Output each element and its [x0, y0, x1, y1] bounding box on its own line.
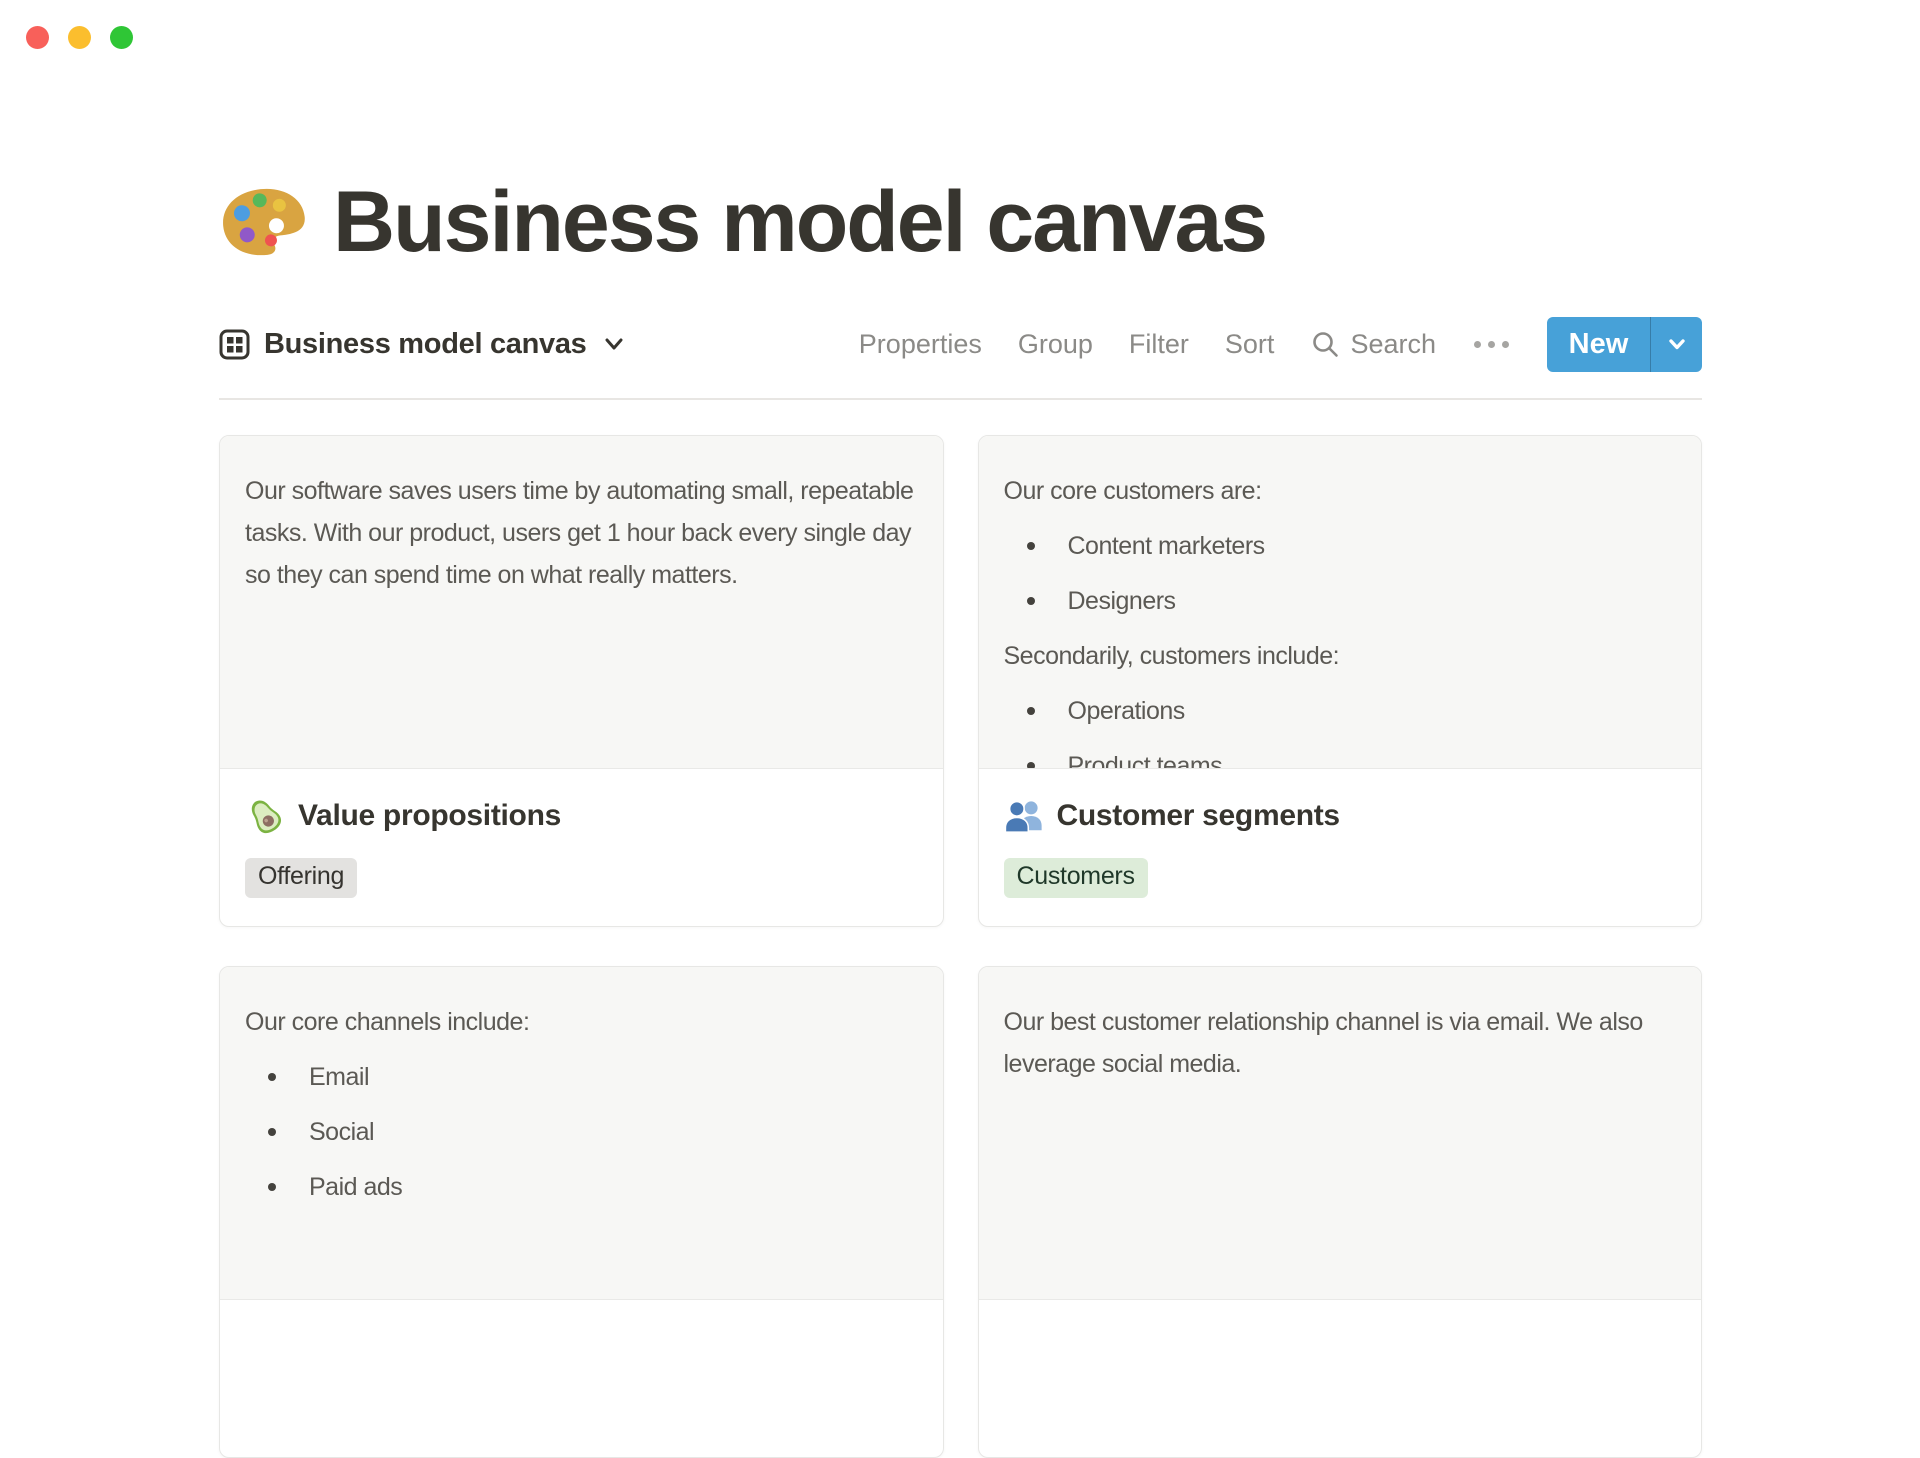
preview-bullet-item: Operations [1004, 690, 1688, 732]
search-label: Search [1350, 328, 1436, 359]
ellipsis-icon [1474, 340, 1481, 348]
card-preview: Our software saves users time by automat… [220, 436, 943, 769]
view-toolbar: Business model canvas Properties Group F… [219, 316, 1702, 372]
preview-paragraph: Our best customer relationship channel i… [1003, 1008, 1644, 1078]
page: Business model canvas Business model can… [219, 0, 1702, 1458]
page-title-row: Business model canvas [219, 174, 1702, 270]
bullet-icon [268, 1128, 276, 1136]
new-button[interactable]: New [1547, 317, 1650, 372]
bullet-icon [1026, 542, 1035, 550]
avocado-icon [251, 800, 281, 834]
new-split-button: New [1547, 316, 1702, 372]
group-button[interactable]: Group [1018, 329, 1093, 360]
search-icon [1313, 331, 1339, 357]
busts-in-silhouette-icon [1004, 800, 1042, 833]
gallery-view-icon [219, 329, 250, 359]
zoom-window-button[interactable] [110, 26, 133, 49]
window-controls [26, 26, 133, 49]
gallery-card[interactable]: Our core customers are: Content marketers… [977, 435, 1702, 927]
preview-paragraph: Secondarily, customers include: [1003, 642, 1340, 670]
close-window-button[interactable] [26, 26, 49, 49]
view-menu: Properties Group Filter Sort Search New [859, 316, 1702, 372]
minimize-window-button[interactable] [68, 26, 91, 49]
card-preview: Our core customers are: Content marketers… [978, 436, 1701, 769]
view-name: Business model canvas [264, 327, 587, 360]
search-button[interactable]: Search [1310, 329, 1436, 360]
gallery-grid: Our software saves users time by automat… [219, 435, 1702, 1458]
palette-icon [223, 188, 305, 256]
properties-button[interactable]: Properties [859, 329, 982, 360]
bullet-icon [268, 1183, 276, 1191]
preview-bullet-item: Product teams [1004, 745, 1688, 768]
preview-bullet-item: Designers [1004, 580, 1688, 622]
page-title: Business model canvas [333, 173, 1268, 270]
card-tag: Customers [1003, 858, 1148, 898]
card-preview: Our core channels include: Email Social Pai… [220, 967, 943, 1300]
card-title: Value propositions [298, 799, 561, 832]
card-title: Customer segments [1056, 799, 1341, 832]
more-options-button[interactable] [1472, 340, 1511, 348]
preview-paragraph: Our core customers are: [1003, 477, 1263, 505]
bullet-icon [1026, 762, 1035, 768]
preview-bullet-item: Social [245, 1111, 929, 1153]
card-footer: Value propositions Offering [220, 769, 943, 898]
chevron-down-icon [1668, 339, 1685, 350]
preview-bullet-item: Content marketers [1004, 525, 1688, 567]
sort-button[interactable]: Sort [1225, 329, 1275, 360]
preview-paragraph: Our core channels include: [245, 1008, 530, 1036]
toolbar-divider [219, 398, 1702, 400]
gallery-card[interactable]: Our core channels include: Email Social Pai… [219, 966, 944, 1458]
card-icon-slot [1004, 796, 1044, 836]
filter-button[interactable]: Filter [1129, 329, 1189, 360]
bullet-icon [1026, 707, 1035, 715]
preview-bullet-item: Paid ads [245, 1166, 929, 1208]
preview-paragraph: Our software saves users time by automat… [245, 477, 914, 589]
bullet-icon [1026, 597, 1035, 605]
card-footer: Customer segments Customers [979, 769, 1702, 898]
card-tag: Offering [245, 858, 358, 898]
card-preview: Our best customer relationship channel i… [978, 967, 1701, 1300]
card-icon-slot [245, 796, 285, 836]
gallery-card[interactable]: Our software saves users time by automat… [219, 435, 944, 927]
view-switcher[interactable]: Business model canvas [219, 328, 627, 361]
new-button-dropdown[interactable] [1651, 317, 1702, 372]
gallery-card[interactable]: Our best customer relationship channel i… [977, 966, 1702, 1458]
bullet-icon [268, 1073, 276, 1081]
chevron-down-icon [605, 338, 623, 350]
preview-bullet-item: Email [245, 1056, 929, 1098]
